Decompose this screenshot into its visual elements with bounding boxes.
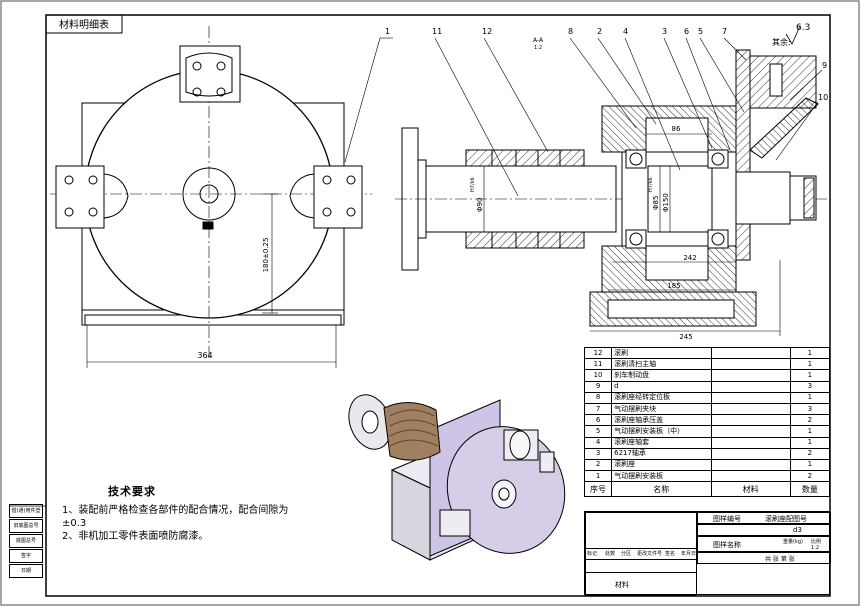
- table-header-row: 序号 名称 材料 数量: [583, 481, 831, 498]
- dim-242: 242: [683, 254, 696, 262]
- table-row: 6 滚刷座轴承压盖 2: [583, 414, 831, 427]
- table-row: 1 气动摆刷安装板 2: [583, 470, 831, 483]
- tech-requirement-2: 2、非机加工零件表面喷防腐漆。: [62, 531, 209, 542]
- rev-cell: 处数: [605, 551, 616, 557]
- roughness-value: 6.3: [796, 23, 810, 33]
- drawing-name-label: 图样名称: [713, 541, 741, 549]
- tech-requirements-title: 技术要求: [108, 485, 156, 498]
- table-row: 5 气动摆刷安装板（中） 1: [583, 425, 831, 438]
- dim-245: 245: [679, 333, 692, 341]
- balloon-12: 12: [482, 27, 492, 36]
- table-row: 11 滚刷清扫主轴 1: [583, 358, 831, 371]
- fit-1: H7/k6: [470, 177, 476, 192]
- drawing-name-value: d3: [793, 526, 802, 534]
- balloon-7: 7: [722, 27, 727, 36]
- side-label: 借(通)用件登记: [9, 504, 43, 518]
- table-row: 3 6217轴承 2: [583, 447, 831, 460]
- dim-364: 364: [197, 351, 212, 360]
- balloon-10: 10: [818, 93, 828, 102]
- dim-185: 185: [667, 282, 680, 290]
- rev-cell: 签名: [665, 551, 676, 557]
- table-row: 7 气动摆刷夹块 3: [583, 402, 831, 416]
- isometric-view: [348, 394, 566, 561]
- roughness-prefix: 其余:: [772, 37, 791, 47]
- dim-phi90: Φ90: [476, 198, 484, 212]
- side-label: 底图总号: [9, 534, 43, 548]
- side-label: 签字: [9, 549, 43, 563]
- rev-cell: 年月日: [681, 551, 697, 557]
- dim-180: 180±0.25: [262, 238, 270, 273]
- drawing-no-value: 滚刷座配图号: [765, 515, 807, 523]
- rev-cell: 分区: [621, 551, 632, 557]
- drawing-no-label: 图样编号: [713, 515, 741, 523]
- rev-cell: 更改文件号: [637, 551, 663, 557]
- balloon-6: 6: [684, 27, 689, 36]
- dim-86: 86: [672, 125, 681, 133]
- section-label: A-A: [533, 37, 544, 44]
- front-view: [50, 26, 393, 368]
- dim-phi85: Φ85: [652, 196, 660, 210]
- table-row: 8 滚刷座经转定位板 1: [583, 391, 831, 404]
- fit-2: H7/k6: [648, 177, 654, 192]
- bom-table: 12 滚刷 1 11 滚刷清扫主轴 1 10 刹车制动盘 1 9d3 8 滚刷座经转定位板 1 …: [583, 346, 831, 498]
- balloon-5: 5: [698, 27, 703, 36]
- balloon-8: 8: [568, 27, 573, 36]
- side-label: 日期: [9, 564, 43, 578]
- dim-phi150: Φ150: [662, 193, 670, 212]
- balloon-4: 4: [623, 27, 628, 36]
- header-label: 材料明细表: [59, 18, 109, 31]
- table-row: 2 滚刷座 1: [583, 458, 831, 472]
- section-scale: 1:2: [534, 45, 542, 51]
- table-row: 4 滚刷座轴套 1: [583, 436, 831, 449]
- balloon-9: 9: [822, 61, 827, 70]
- side-label: 旧底图总号: [9, 519, 43, 533]
- balloon-1: 1: [385, 27, 390, 36]
- weight-label: 重量(kg): [783, 539, 803, 545]
- sheet-label: 共 张 第 张: [765, 556, 795, 563]
- material-label: 材料: [615, 581, 629, 589]
- balloon-3: 3: [662, 27, 667, 36]
- scale-value: 1:2: [811, 545, 820, 551]
- balloon-2: 2: [597, 27, 602, 36]
- table-row: 12 滚刷 1: [583, 346, 831, 360]
- rev-cell: 标记: [587, 551, 598, 557]
- table-row: 9d3: [583, 380, 831, 393]
- scale-label: 比例: [811, 539, 822, 545]
- section-view: [395, 37, 830, 336]
- title-block: 标记 处数 分区 更改文件号 签名 年月日 图样编号 滚刷座配图号 d3 图样名…: [584, 511, 831, 596]
- table-row: 10 刹车制动盘 1: [583, 369, 831, 382]
- balloon-11: 11: [432, 27, 442, 36]
